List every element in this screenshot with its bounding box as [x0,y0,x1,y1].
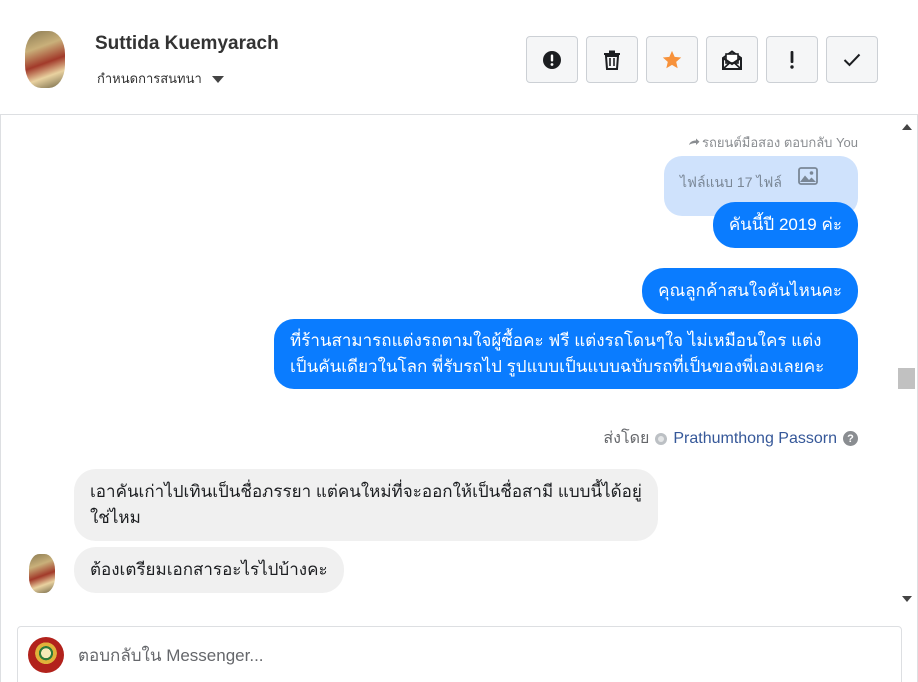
thread-scrollbar[interactable] [896,116,917,610]
message-bubble-incoming[interactable]: ต้องเตรียมเอกสารอะไรไปบ้างคะ [74,547,344,593]
scroll-down-arrow-icon[interactable] [902,596,912,602]
follow-up-button[interactable] [766,36,818,83]
contact-name[interactable]: Suttida Kuemyarach [95,33,279,55]
mark-spam-button[interactable] [526,36,578,83]
page-avatar [28,637,64,673]
help-icon[interactable]: ? [843,431,858,446]
trash-icon [604,50,620,70]
contact-avatar[interactable] [25,31,65,88]
alert-circle-icon [543,50,561,69]
conversation-settings-label: กำหนดการสนทนา [97,71,202,86]
reply-note-text: รถยนต์มือสอง ตอบกลับ You [701,135,858,150]
sender-name-link[interactable]: Prathumthong Passorn [673,430,837,448]
sender-avatar[interactable] [29,554,55,593]
conversation-header: Suttida Kuemyarach กำหนดการสนทนา [0,0,918,115]
image-icon [798,167,818,185]
delete-button[interactable] [586,36,638,83]
reply-input[interactable] [78,635,878,677]
mark-unread-button[interactable] [706,36,758,83]
exclamation-icon [790,50,794,69]
reply-note: รถยนต์มือสอง ตอบกลับ You [688,132,858,153]
scrollbar-thumb[interactable] [898,368,915,389]
caret-down-icon [211,76,224,83]
reply-composer [17,626,902,682]
message-thread[interactable]: รถยนต์มือสอง ตอบกลับ You ไฟล์แนบ 17 ไฟล์… [0,116,895,610]
message-bubble-outgoing[interactable]: คุณลูกค้าสนใจคันไหนคะ [642,268,858,314]
message-bubble-incoming[interactable]: เอาคันเก่าไปเทินเป็นชื่อภรรยา แต่คนใหม่ท… [74,469,658,541]
envelope-open-icon [722,49,742,70]
scroll-up-arrow-icon[interactable] [902,124,912,130]
sent-by-line: ส่งโดย Prathumthong Passorn ? [603,426,858,451]
verified-badge-icon [655,432,668,445]
done-button[interactable] [826,36,878,83]
reply-arrow-icon [688,138,700,145]
star-button[interactable] [646,36,698,83]
conversation-settings-dropdown[interactable]: กำหนดการสนทนา [97,68,224,89]
star-icon [662,50,682,68]
sent-by-label: ส่งโดย [603,430,650,447]
attachment-label: ไฟล์แนบ 17 ไฟล์ [680,174,782,190]
conversation-toolbar [526,36,878,83]
message-bubble-outgoing[interactable]: ที่ร้านสามารถแต่งรถตามใจผู้ซื้อคะ ฟรี แต… [274,319,858,389]
message-bubble-outgoing[interactable]: คันนี้ปี 2019 ค่ะ [712,202,858,248]
checkmark-icon [843,53,861,66]
